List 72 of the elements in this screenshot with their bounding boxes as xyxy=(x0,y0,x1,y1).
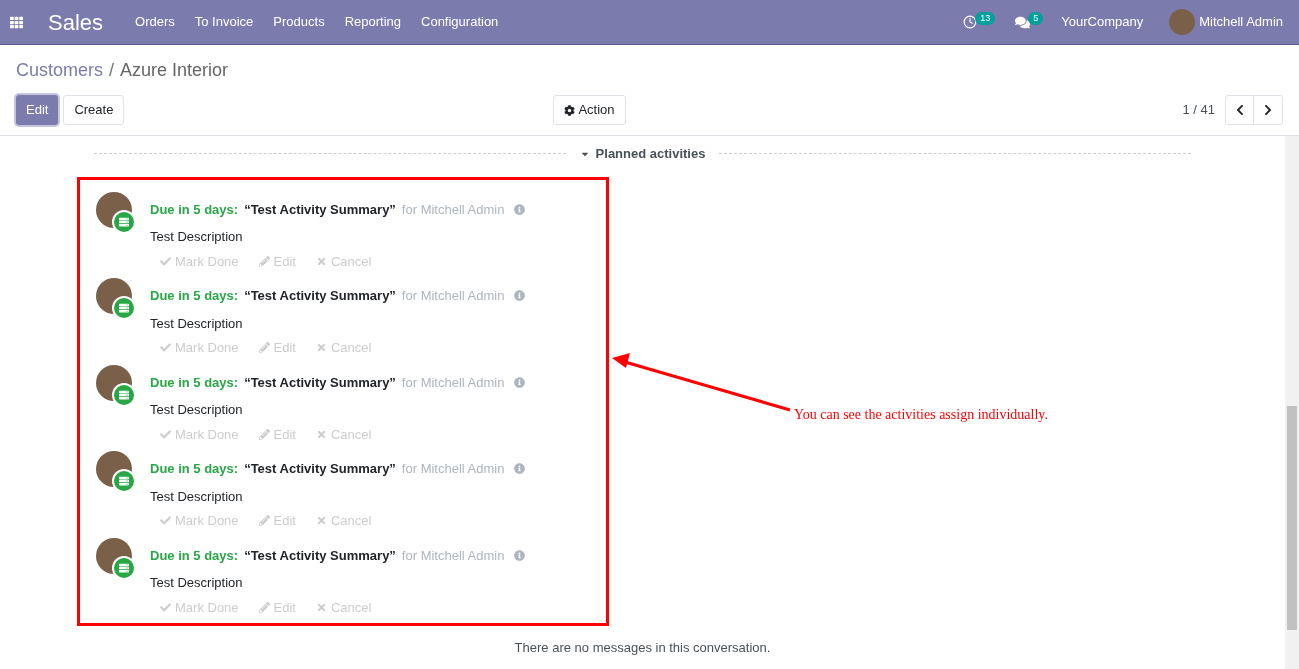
due-label: Due in 5 days: xyxy=(150,546,239,565)
activity-description: Test Description xyxy=(150,314,244,333)
chat-icon[interactable] xyxy=(1015,14,1031,30)
pager-value: 1 / 41 xyxy=(1182,101,1215,120)
menu-item[interactable]: To Invoice xyxy=(194,12,254,32)
pencil-icon xyxy=(258,428,270,440)
previous-button[interactable] xyxy=(1225,95,1254,125)
pencil-icon xyxy=(258,255,270,267)
activity-summary: “Test Activity Summary” xyxy=(244,373,396,392)
chevron-right-icon xyxy=(1263,104,1273,116)
avatar-icon xyxy=(1169,9,1196,35)
action-button[interactable]: Action xyxy=(553,95,626,125)
info-icon[interactable] xyxy=(514,290,526,302)
activity-summary: “Test Activity Summary” xyxy=(244,287,396,305)
empty-conversation-message: There are no messages in this conversation. xyxy=(513,639,772,657)
activity-description: Test Description xyxy=(150,228,244,246)
close-icon xyxy=(316,255,327,267)
check-icon xyxy=(160,515,171,527)
activity-summary: “Test Activity Summary” xyxy=(244,460,396,478)
annotation-text: You can see the activities assign individually. xyxy=(794,406,1048,424)
activity-type-icon xyxy=(112,469,136,493)
due-label: Due in 5 days: xyxy=(150,373,239,392)
chevron-left-icon xyxy=(1234,104,1245,116)
close-icon xyxy=(316,601,327,613)
app-name[interactable]: Sales xyxy=(48,5,104,39)
assignee-label: for Mitchell Admin xyxy=(401,287,505,305)
due-label: Due in 5 days: xyxy=(150,200,239,219)
assignee-label: for Mitchell Admin xyxy=(401,546,505,565)
activity-description: Test Description xyxy=(150,574,244,592)
assignee-label: for Mitchell Admin xyxy=(401,460,505,478)
info-icon[interactable] xyxy=(514,549,526,561)
pencil-icon xyxy=(258,515,270,527)
breadcrumb-link[interactable]: Customers xyxy=(16,57,104,84)
close-icon xyxy=(316,515,327,527)
menu-item[interactable]: Reporting xyxy=(344,12,401,32)
next-button[interactable] xyxy=(1254,95,1283,125)
check-icon xyxy=(160,428,171,440)
breadcrumb-current: Azure Interior xyxy=(120,59,229,82)
apps-menu-icon[interactable] xyxy=(10,15,23,29)
check-icon xyxy=(160,255,171,267)
close-icon xyxy=(316,428,327,440)
company-name[interactable]: YourCompany xyxy=(1061,12,1144,32)
activity-summary: “Test Activity Summary” xyxy=(244,200,396,219)
info-icon[interactable] xyxy=(514,203,526,215)
check-icon xyxy=(160,601,171,613)
info-icon[interactable] xyxy=(514,463,526,475)
pencil-icon xyxy=(258,601,270,613)
clock-icon[interactable] xyxy=(963,15,978,29)
menu-item[interactable]: Products xyxy=(273,12,325,32)
activity-description: Test Description xyxy=(150,401,244,419)
activity-type-icon xyxy=(112,296,136,320)
assignee-label: for Mitchell Admin xyxy=(401,373,505,392)
close-icon xyxy=(316,342,327,354)
scrollbar[interactable] xyxy=(1285,136,1299,669)
activity-description: Test Description xyxy=(150,487,244,506)
activity-count-badge: 13 xyxy=(975,11,996,25)
user-name[interactable]: Mitchell Admin xyxy=(1199,12,1283,32)
due-label: Due in 5 days: xyxy=(150,287,239,305)
menu-item[interactable]: Configuration xyxy=(421,12,499,32)
section-toggle[interactable]: Planned activities xyxy=(565,144,720,164)
pencil-icon xyxy=(258,342,270,354)
due-label: Due in 5 days: xyxy=(150,460,239,478)
menu-item[interactable]: Orders xyxy=(135,12,175,32)
breadcrumb-separator: / xyxy=(109,59,115,82)
check-icon xyxy=(160,342,171,354)
activity-summary: “Test Activity Summary” xyxy=(244,546,396,565)
assignee-label: for Mitchell Admin xyxy=(401,200,505,219)
create-button[interactable]: Create xyxy=(63,95,125,125)
message-count-badge: 5 xyxy=(1028,11,1044,25)
info-icon[interactable] xyxy=(514,376,526,388)
gear-icon xyxy=(564,104,576,116)
edit-button[interactable]: Edit xyxy=(16,95,59,125)
